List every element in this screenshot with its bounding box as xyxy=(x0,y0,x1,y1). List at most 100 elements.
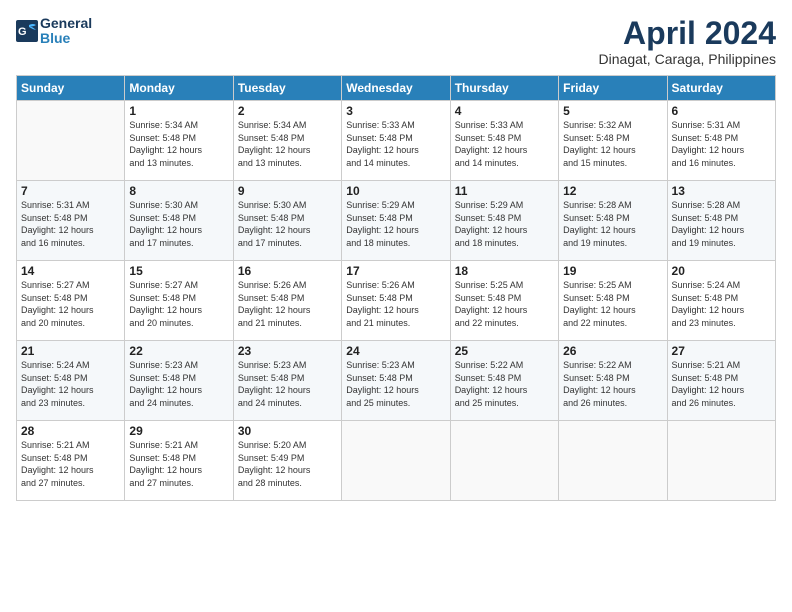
day-info: Sunrise: 5:29 AMSunset: 5:48 PMDaylight:… xyxy=(455,199,554,249)
day-info: Sunrise: 5:33 AMSunset: 5:48 PMDaylight:… xyxy=(455,119,554,169)
day-number: 5 xyxy=(563,104,662,118)
day-number: 16 xyxy=(238,264,337,278)
day-number: 3 xyxy=(346,104,445,118)
weekday-header: Friday xyxy=(559,76,667,101)
calendar-cell: 29Sunrise: 5:21 AMSunset: 5:48 PMDayligh… xyxy=(125,421,233,501)
day-info: Sunrise: 5:23 AMSunset: 5:48 PMDaylight:… xyxy=(129,359,228,409)
calendar-cell: 12Sunrise: 5:28 AMSunset: 5:48 PMDayligh… xyxy=(559,181,667,261)
calendar-cell xyxy=(559,421,667,501)
day-info: Sunrise: 5:29 AMSunset: 5:48 PMDaylight:… xyxy=(346,199,445,249)
calendar-cell: 2Sunrise: 5:34 AMSunset: 5:48 PMDaylight… xyxy=(233,101,341,181)
day-number: 15 xyxy=(129,264,228,278)
calendar-week-row: 21Sunrise: 5:24 AMSunset: 5:48 PMDayligh… xyxy=(17,341,776,421)
day-info: Sunrise: 5:32 AMSunset: 5:48 PMDaylight:… xyxy=(563,119,662,169)
day-info: Sunrise: 5:28 AMSunset: 5:48 PMDaylight:… xyxy=(672,199,771,249)
day-number: 30 xyxy=(238,424,337,438)
weekday-header: Wednesday xyxy=(342,76,450,101)
calendar-cell: 24Sunrise: 5:23 AMSunset: 5:48 PMDayligh… xyxy=(342,341,450,421)
day-info: Sunrise: 5:23 AMSunset: 5:48 PMDaylight:… xyxy=(346,359,445,409)
calendar-cell: 1Sunrise: 5:34 AMSunset: 5:48 PMDaylight… xyxy=(125,101,233,181)
day-info: Sunrise: 5:34 AMSunset: 5:48 PMDaylight:… xyxy=(238,119,337,169)
weekday-header: Thursday xyxy=(450,76,558,101)
day-info: Sunrise: 5:33 AMSunset: 5:48 PMDaylight:… xyxy=(346,119,445,169)
day-info: Sunrise: 5:23 AMSunset: 5:48 PMDaylight:… xyxy=(238,359,337,409)
day-info: Sunrise: 5:21 AMSunset: 5:48 PMDaylight:… xyxy=(672,359,771,409)
calendar-cell xyxy=(17,101,125,181)
day-info: Sunrise: 5:22 AMSunset: 5:48 PMDaylight:… xyxy=(455,359,554,409)
day-number: 17 xyxy=(346,264,445,278)
calendar-cell: 7Sunrise: 5:31 AMSunset: 5:48 PMDaylight… xyxy=(17,181,125,261)
weekday-header: Saturday xyxy=(667,76,775,101)
calendar-cell xyxy=(450,421,558,501)
day-number: 11 xyxy=(455,184,554,198)
day-info: Sunrise: 5:27 AMSunset: 5:48 PMDaylight:… xyxy=(21,279,120,329)
svg-text:G: G xyxy=(18,26,27,38)
day-number: 9 xyxy=(238,184,337,198)
day-number: 27 xyxy=(672,344,771,358)
day-info: Sunrise: 5:25 AMSunset: 5:48 PMDaylight:… xyxy=(455,279,554,329)
day-info: Sunrise: 5:24 AMSunset: 5:48 PMDaylight:… xyxy=(672,279,771,329)
calendar-cell: 5Sunrise: 5:32 AMSunset: 5:48 PMDaylight… xyxy=(559,101,667,181)
calendar-header-row: SundayMondayTuesdayWednesdayThursdayFrid… xyxy=(17,76,776,101)
calendar-cell: 18Sunrise: 5:25 AMSunset: 5:48 PMDayligh… xyxy=(450,261,558,341)
calendar-week-row: 28Sunrise: 5:21 AMSunset: 5:48 PMDayligh… xyxy=(17,421,776,501)
day-info: Sunrise: 5:26 AMSunset: 5:48 PMDaylight:… xyxy=(346,279,445,329)
calendar-cell: 15Sunrise: 5:27 AMSunset: 5:48 PMDayligh… xyxy=(125,261,233,341)
day-number: 14 xyxy=(21,264,120,278)
day-number: 1 xyxy=(129,104,228,118)
day-number: 29 xyxy=(129,424,228,438)
day-info: Sunrise: 5:21 AMSunset: 5:48 PMDaylight:… xyxy=(21,439,120,489)
calendar-cell: 28Sunrise: 5:21 AMSunset: 5:48 PMDayligh… xyxy=(17,421,125,501)
calendar-cell: 23Sunrise: 5:23 AMSunset: 5:48 PMDayligh… xyxy=(233,341,341,421)
header: G General Blue April 2024 Dinagat, Carag… xyxy=(16,16,776,67)
day-info: Sunrise: 5:21 AMSunset: 5:48 PMDaylight:… xyxy=(129,439,228,489)
day-number: 12 xyxy=(563,184,662,198)
calendar-cell xyxy=(667,421,775,501)
calendar-cell xyxy=(342,421,450,501)
weekday-header: Tuesday xyxy=(233,76,341,101)
day-info: Sunrise: 5:34 AMSunset: 5:48 PMDaylight:… xyxy=(129,119,228,169)
logo-blue: Blue xyxy=(40,30,70,46)
calendar-cell: 27Sunrise: 5:21 AMSunset: 5:48 PMDayligh… xyxy=(667,341,775,421)
day-info: Sunrise: 5:31 AMSunset: 5:48 PMDaylight:… xyxy=(21,199,120,249)
calendar-body: 1Sunrise: 5:34 AMSunset: 5:48 PMDaylight… xyxy=(17,101,776,501)
day-number: 8 xyxy=(129,184,228,198)
day-number: 10 xyxy=(346,184,445,198)
calendar-cell: 14Sunrise: 5:27 AMSunset: 5:48 PMDayligh… xyxy=(17,261,125,341)
calendar-cell: 21Sunrise: 5:24 AMSunset: 5:48 PMDayligh… xyxy=(17,341,125,421)
day-info: Sunrise: 5:31 AMSunset: 5:48 PMDaylight:… xyxy=(672,119,771,169)
weekday-header: Monday xyxy=(125,76,233,101)
calendar-cell: 19Sunrise: 5:25 AMSunset: 5:48 PMDayligh… xyxy=(559,261,667,341)
calendar-cell: 8Sunrise: 5:30 AMSunset: 5:48 PMDaylight… xyxy=(125,181,233,261)
calendar-week-row: 7Sunrise: 5:31 AMSunset: 5:48 PMDaylight… xyxy=(17,181,776,261)
calendar-cell: 4Sunrise: 5:33 AMSunset: 5:48 PMDaylight… xyxy=(450,101,558,181)
day-number: 21 xyxy=(21,344,120,358)
logo-general: General xyxy=(40,15,92,31)
day-info: Sunrise: 5:20 AMSunset: 5:49 PMDaylight:… xyxy=(238,439,337,489)
day-number: 19 xyxy=(563,264,662,278)
day-info: Sunrise: 5:22 AMSunset: 5:48 PMDaylight:… xyxy=(563,359,662,409)
calendar-cell: 3Sunrise: 5:33 AMSunset: 5:48 PMDaylight… xyxy=(342,101,450,181)
calendar-cell: 6Sunrise: 5:31 AMSunset: 5:48 PMDaylight… xyxy=(667,101,775,181)
day-number: 2 xyxy=(238,104,337,118)
calendar-cell: 9Sunrise: 5:30 AMSunset: 5:48 PMDaylight… xyxy=(233,181,341,261)
day-number: 6 xyxy=(672,104,771,118)
calendar-cell: 20Sunrise: 5:24 AMSunset: 5:48 PMDayligh… xyxy=(667,261,775,341)
logo-icon: G xyxy=(16,20,38,42)
calendar-cell: 17Sunrise: 5:26 AMSunset: 5:48 PMDayligh… xyxy=(342,261,450,341)
calendar-cell: 11Sunrise: 5:29 AMSunset: 5:48 PMDayligh… xyxy=(450,181,558,261)
day-info: Sunrise: 5:30 AMSunset: 5:48 PMDaylight:… xyxy=(129,199,228,249)
calendar-cell: 22Sunrise: 5:23 AMSunset: 5:48 PMDayligh… xyxy=(125,341,233,421)
calendar-cell: 16Sunrise: 5:26 AMSunset: 5:48 PMDayligh… xyxy=(233,261,341,341)
calendar-week-row: 1Sunrise: 5:34 AMSunset: 5:48 PMDaylight… xyxy=(17,101,776,181)
calendar-cell: 13Sunrise: 5:28 AMSunset: 5:48 PMDayligh… xyxy=(667,181,775,261)
calendar-cell: 30Sunrise: 5:20 AMSunset: 5:49 PMDayligh… xyxy=(233,421,341,501)
calendar-cell: 10Sunrise: 5:29 AMSunset: 5:48 PMDayligh… xyxy=(342,181,450,261)
day-number: 22 xyxy=(129,344,228,358)
day-number: 7 xyxy=(21,184,120,198)
day-number: 25 xyxy=(455,344,554,358)
title-block: April 2024 Dinagat, Caraga, Philippines xyxy=(599,16,776,67)
day-info: Sunrise: 5:28 AMSunset: 5:48 PMDaylight:… xyxy=(563,199,662,249)
day-number: 18 xyxy=(455,264,554,278)
day-info: Sunrise: 5:27 AMSunset: 5:48 PMDaylight:… xyxy=(129,279,228,329)
